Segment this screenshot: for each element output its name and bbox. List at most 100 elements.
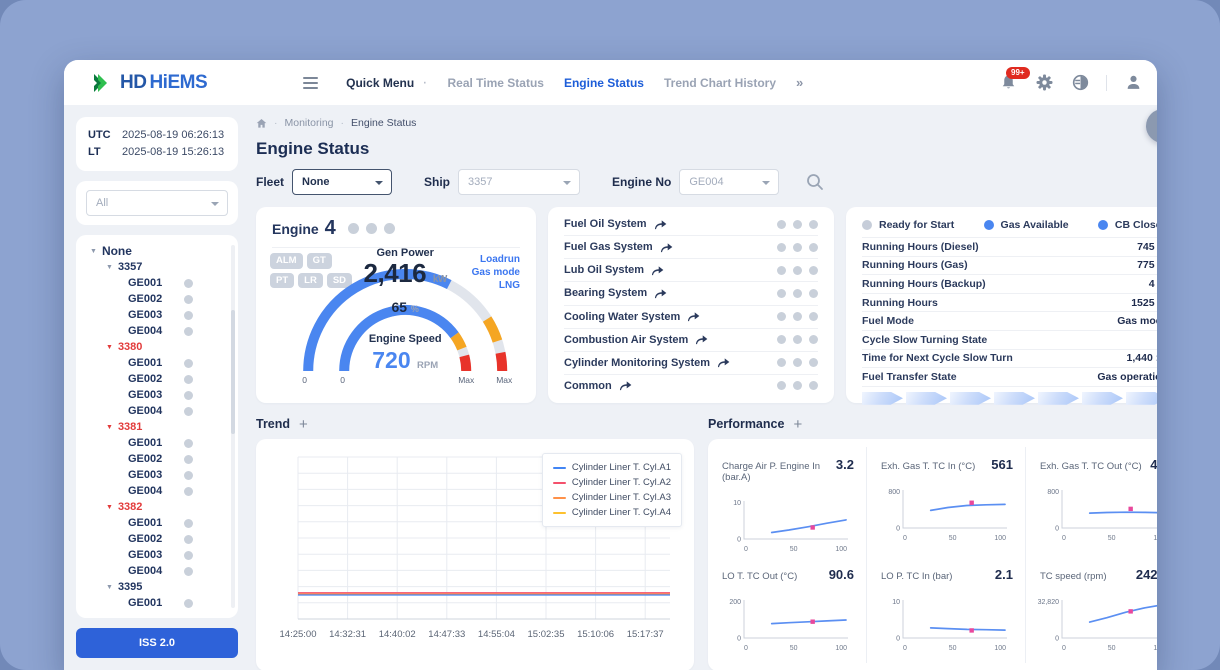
fleet-filter-value: All: [96, 197, 108, 209]
tree-node-3382[interactable]: ▼3382: [84, 499, 232, 515]
engine-no-select[interactable]: GE004: [679, 169, 779, 195]
svg-text:32,820: 32,820: [1038, 599, 1060, 606]
status-dot: [793, 220, 802, 229]
trend-add-button[interactable]: +: [299, 417, 308, 432]
tree-node-3381[interactable]: ▼3381: [84, 419, 232, 435]
menu-icon[interactable]: [303, 77, 318, 89]
tree-caret-icon[interactable]: ▼: [106, 344, 113, 351]
system-row-fuel-gas-system[interactable]: Fuel Gas System: [564, 236, 818, 259]
iss-button[interactable]: ISS 2.0: [76, 628, 238, 658]
tree-node-3357[interactable]: ▼3357: [84, 259, 232, 275]
forward-arrow-icon[interactable]: [654, 219, 667, 230]
quick-menu-label[interactable]: Quick Menu: [346, 76, 414, 90]
tree-engine-3380-ge001[interactable]: GE001: [84, 355, 232, 371]
nav-item-engine-status[interactable]: Engine Status: [564, 76, 644, 90]
svg-text:50: 50: [1108, 535, 1116, 542]
nav-item-real-time-status[interactable]: Real Time Status: [447, 76, 543, 90]
search-icon[interactable]: [805, 172, 825, 192]
tree-caret-icon[interactable]: ▼: [106, 504, 113, 511]
tree-caret-icon[interactable]: ▼: [90, 248, 97, 255]
tree-engine-3357-ge004[interactable]: GE004: [84, 323, 232, 339]
engine-header-dot: [348, 223, 359, 234]
status-legend-ready-for-start: Ready for Start: [862, 219, 954, 231]
system-row-bearing-system[interactable]: Bearing System: [564, 282, 818, 305]
system-label: Bearing System: [564, 287, 647, 299]
tree-engine-3381-ge002[interactable]: GE002: [84, 451, 232, 467]
system-row-fuel-oil-system[interactable]: Fuel Oil System: [564, 213, 818, 236]
tree-engine-3381-ge001[interactable]: GE001: [84, 435, 232, 451]
legend-swatch: [553, 512, 566, 514]
status-dot: [809, 243, 818, 252]
tree-engine-3381-ge003[interactable]: GE003: [84, 467, 232, 483]
forward-arrow-icon[interactable]: [695, 334, 708, 345]
nav-item-trend-chart-history[interactable]: Trend Chart History: [664, 76, 776, 90]
tree-node-none[interactable]: ▼None: [84, 243, 232, 259]
tree-engine-3357-ge002[interactable]: GE002: [84, 291, 232, 307]
performance-add-button[interactable]: +: [793, 417, 802, 432]
breadcrumb-engine-status: Engine Status: [351, 117, 416, 129]
gen-power-value: 2,416 kW: [290, 258, 520, 289]
perf-cell-lo_p_tc_in: LO P. TC In (bar)2.1100050100: [867, 557, 1026, 663]
tree-engine-3382-ge004[interactable]: GE004: [84, 563, 232, 579]
system-row-common[interactable]: Common: [564, 375, 818, 397]
system-row-combustion-air-system[interactable]: Combustion Air System: [564, 329, 818, 352]
tree-engine-3382-ge003[interactable]: GE003: [84, 547, 232, 563]
status-dot: [777, 266, 786, 275]
tree-caret-icon[interactable]: ▼: [106, 264, 113, 271]
tree-engine-3380-ge004[interactable]: GE004: [84, 403, 232, 419]
system-row-cooling-water-system[interactable]: Cooling Water System: [564, 306, 818, 329]
nav-more-chevrons[interactable]: »: [796, 75, 803, 90]
outer-gauge-min: 0: [302, 375, 307, 385]
user-profile-icon[interactable]: [1123, 73, 1143, 93]
home-icon[interactable]: [256, 118, 267, 129]
engine-status-dot: [184, 439, 193, 448]
engine-status-dot: [184, 535, 193, 544]
tree-engine-3382-ge001[interactable]: GE001: [84, 515, 232, 531]
tree-engine-3381-ge004[interactable]: GE004: [84, 483, 232, 499]
trend-legend: Cylinder Liner T. Cyl.A1Cylinder Liner T…: [542, 453, 682, 527]
tree-node-3380[interactable]: ▼3380: [84, 339, 232, 355]
filter-bar: Fleet None Ship 3357 Engine No GE004: [256, 169, 1157, 195]
system-row-lub-oil-system[interactable]: Lub Oil System: [564, 259, 818, 282]
forward-arrow-icon[interactable]: [660, 242, 673, 253]
system-label: Common: [564, 380, 612, 392]
running-status-card: Ready for StartGas AvailableCB Closed Ru…: [846, 207, 1157, 403]
fleet-select[interactable]: None: [292, 169, 392, 195]
system-label: Cylinder Monitoring System: [564, 357, 710, 369]
tree-engine-3357-ge001[interactable]: GE001: [84, 275, 232, 291]
engine-status-dot: [184, 551, 193, 560]
tree-scrollbar[interactable]: [231, 245, 235, 608]
system-status-dots: [777, 266, 818, 275]
system-status-dots: [777, 381, 818, 390]
perf-mini-chart: 2000050100: [726, 592, 854, 654]
ship-select[interactable]: 3357: [458, 169, 580, 195]
tree-node-3395[interactable]: ▼3395: [84, 579, 232, 595]
svg-text:0: 0: [1062, 535, 1066, 542]
theme-contrast-icon[interactable]: [1070, 73, 1090, 93]
forward-arrow-icon[interactable]: [651, 265, 664, 276]
forward-arrow-icon[interactable]: [654, 288, 667, 299]
tree-engine-3382-ge002[interactable]: GE002: [84, 531, 232, 547]
tree-engine-3395-ge001[interactable]: GE001: [84, 595, 232, 611]
settings-gear-icon[interactable]: [1034, 73, 1054, 93]
notifications-bell-icon[interactable]: 99+: [998, 73, 1018, 93]
tree-caret-icon[interactable]: ▼: [106, 424, 113, 431]
performance-title: Performance: [708, 417, 784, 431]
svg-text:14:47:33: 14:47:33: [428, 629, 465, 640]
forward-arrow-icon[interactable]: [687, 311, 700, 322]
legend-swatch: [553, 482, 566, 484]
legend-swatch: [553, 497, 566, 499]
tree-engine-3357-ge003[interactable]: GE003: [84, 307, 232, 323]
status-dot-on: [1098, 220, 1108, 230]
engine-gauges: Gen Power 2,416 kW 65 % Engine Speed 720…: [290, 247, 520, 397]
status-dot: [777, 335, 786, 344]
system-row-cylinder-monitoring-system[interactable]: Cylinder Monitoring System: [564, 352, 818, 375]
forward-arrow-icon[interactable]: [619, 380, 632, 391]
fleet-filter-select[interactable]: All: [86, 190, 228, 216]
tree-caret-icon[interactable]: ▼: [106, 584, 113, 591]
tree-engine-3380-ge002[interactable]: GE002: [84, 371, 232, 387]
tree-engine-3380-ge003[interactable]: GE003: [84, 387, 232, 403]
status-dot-on: [984, 220, 994, 230]
breadcrumb-monitoring[interactable]: Monitoring: [285, 117, 334, 129]
forward-arrow-icon[interactable]: [717, 357, 730, 368]
